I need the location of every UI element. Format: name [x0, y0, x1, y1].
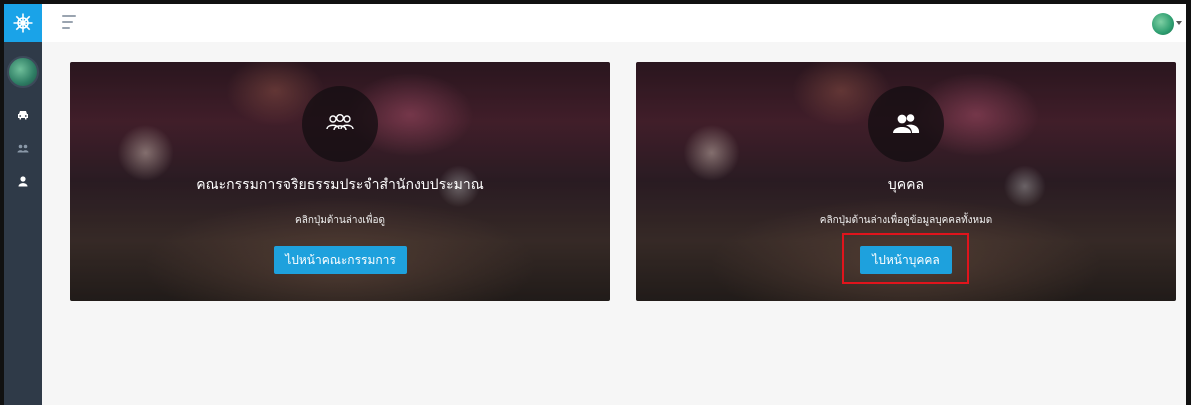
- card-subtitle: คลิกปุ่มด้านล่างเพื่อดูข้อมูลบุคคลทั้งหม…: [819, 215, 993, 226]
- sidebar-avatar[interactable]: [7, 56, 39, 88]
- sidebar-item-car[interactable]: [4, 104, 42, 126]
- card-title: บุคคล: [887, 177, 925, 193]
- person-card: บุคคล คลิกปุ่มด้านล่างเพื่อดูข้อมูลบุคคล…: [636, 62, 1176, 301]
- ship-wheel-icon: [13, 13, 33, 33]
- car-icon: [18, 111, 28, 120]
- card-icon-circle: [868, 86, 944, 162]
- top-bar: [42, 4, 1186, 42]
- menu-toggle-icon[interactable]: [62, 15, 78, 29]
- card-subtitle: คลิกปุ่มด้านล่างเพื่อดู: [295, 215, 385, 226]
- go-to-committee-button[interactable]: ไปหน้าคณะกรรมการ: [274, 246, 407, 274]
- group-icon: [326, 114, 354, 131]
- user-icon: [18, 175, 28, 186]
- brand-logo[interactable]: [4, 4, 42, 42]
- sidebar-item-user[interactable]: [4, 170, 42, 192]
- user-avatar[interactable]: [1152, 13, 1174, 35]
- card-icon-circle: [302, 86, 378, 162]
- sidebar: [4, 4, 42, 405]
- chevron-down-icon[interactable]: [1176, 21, 1182, 25]
- card-title: คณะกรรมการจริยธรรมประจำสำนักงบประมาณ: [196, 177, 484, 193]
- people-icon: [17, 144, 29, 152]
- go-to-person-button[interactable]: ไปหน้าบุคคล: [860, 246, 952, 274]
- sidebar-item-people[interactable]: [4, 137, 42, 159]
- users-icon: [893, 114, 920, 133]
- committee-card: คณะกรรมการจริยธรรมประจำสำนักงบประมาณ คลิ…: [70, 62, 610, 301]
